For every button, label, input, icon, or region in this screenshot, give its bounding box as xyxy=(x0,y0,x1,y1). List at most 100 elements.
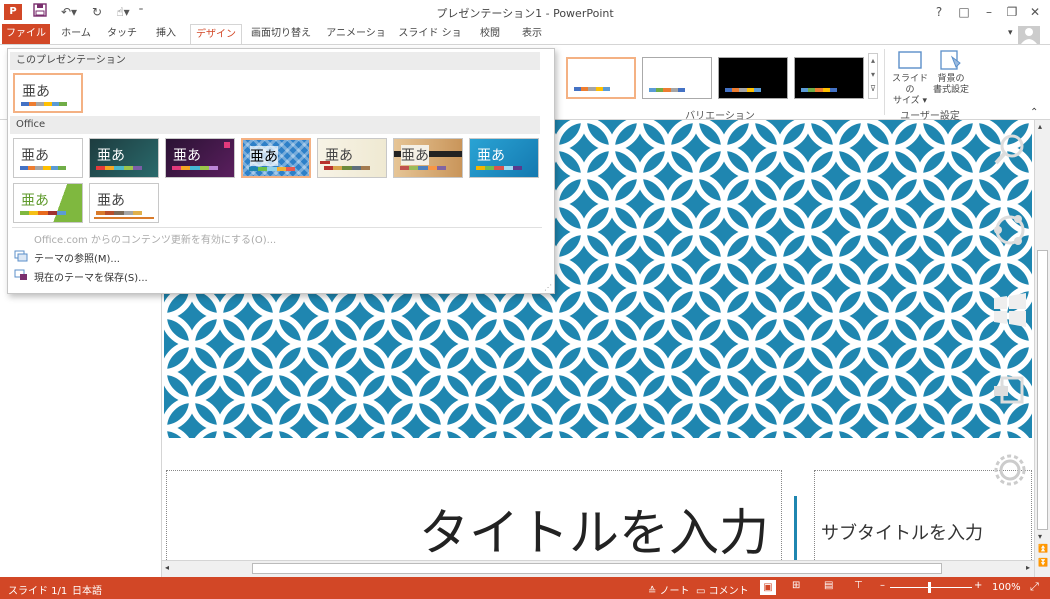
theme-office-default[interactable]: 亜あ xyxy=(13,138,83,178)
theme-accent-bar xyxy=(320,161,330,164)
help-button[interactable]: ? xyxy=(930,3,948,21)
tab-transitions[interactable]: 画面切り替え xyxy=(248,24,314,44)
horizontal-scroll-thumb[interactable] xyxy=(252,563,942,574)
restore-button[interactable]: ❐ xyxy=(1003,3,1021,21)
zoom-slider-track[interactable] xyxy=(890,587,972,588)
tab-slideshow[interactable]: スライド ショー xyxy=(396,24,464,59)
slide-size-label-2: サイズ ▾ xyxy=(892,96,928,106)
slide-counter: スライド 1/1 xyxy=(8,586,68,597)
tab-file[interactable]: ファイル xyxy=(2,24,50,44)
horizontal-scrollbar[interactable]: ◂ ▸ xyxy=(162,560,1034,577)
theme-current[interactable]: 亜あ xyxy=(13,73,83,113)
theme-ion-board[interactable]: 亜あ xyxy=(89,138,159,178)
theme-sample-text: 亜あ xyxy=(250,146,278,166)
format-background-icon xyxy=(940,50,961,70)
theme-ion[interactable]: 亜あ xyxy=(165,138,235,178)
comments-label: コメント xyxy=(708,586,749,597)
zoom-in-icon[interactable]: + xyxy=(974,580,982,591)
zoom-out-icon[interactable]: – xyxy=(880,580,885,591)
tab-review[interactable]: 校閲 xyxy=(472,24,508,44)
search-icon[interactable] xyxy=(992,132,1028,171)
powerpoint-window: P ↶▾ ↻ ☝▾ ⁼ プレゼンテーション1 - PowerPoint ? □ … xyxy=(0,0,1050,599)
section-this-presentation: このプレゼンテーション xyxy=(10,52,540,70)
share-icon[interactable] xyxy=(992,212,1028,251)
theme-organic-selected[interactable]: 亜あ xyxy=(241,138,311,178)
window-title: プレゼンテーション1 - PowerPoint xyxy=(436,7,614,20)
theme-sample-text: 亜あ xyxy=(173,148,201,164)
variation-black-1[interactable] xyxy=(718,57,788,99)
notes-label: ノート xyxy=(659,586,690,597)
tab-home[interactable]: ホーム xyxy=(56,24,96,44)
format-bg-label-1: 背景の xyxy=(937,74,965,84)
notes-icon: ≙ xyxy=(648,586,660,597)
slide-size-button[interactable]: スライドの サイズ ▾ xyxy=(890,49,930,106)
slide-size-label-1: スライドの xyxy=(891,74,928,95)
fit-to-window-icon[interactable]: ⤢ xyxy=(1030,580,1039,594)
variation-black-2[interactable] xyxy=(794,57,864,99)
format-bg-label-2: 書式設定 xyxy=(932,85,969,95)
browse-themes-menu-item[interactable]: テーマの参照(M)... xyxy=(34,250,120,265)
comments-button[interactable]: ▭ コメント xyxy=(696,582,749,597)
theme-gallery-dropdown: このプレゼンテーション 亜あ Office 亜あ 亜あ 亜あ 亜あ 亜あ 亜あ … xyxy=(7,48,555,294)
tab-design[interactable]: デザイン xyxy=(190,24,242,44)
vertical-scroll-thumb[interactable] xyxy=(1037,250,1048,530)
theme-sample-text: 亜あ xyxy=(477,148,505,164)
user-avatar[interactable] xyxy=(1018,26,1040,44)
scroll-down-icon[interactable]: ▾ xyxy=(1038,532,1042,541)
normal-view-icon[interactable]: ▣ xyxy=(760,580,776,595)
vertical-scrollbar[interactable]: ▴ ▾ ⏫ ⏬ xyxy=(1034,120,1050,577)
subtitle-text: サブタイトルを入力 xyxy=(821,523,983,544)
scroll-right-icon[interactable]: ▸ xyxy=(1026,563,1030,572)
variation-white-selected[interactable] xyxy=(566,57,636,99)
title-accent-bar xyxy=(794,496,797,560)
save-theme-menu-item[interactable]: 現在のテーマを保存(S)... xyxy=(34,269,148,284)
resize-grip-icon[interactable]: ⋰ xyxy=(544,283,552,292)
theme-sample-text: 亜あ xyxy=(21,193,49,209)
theme-facet[interactable]: 亜あ xyxy=(469,138,539,178)
slide-sorter-icon[interactable]: ⊞ xyxy=(792,580,800,591)
settings-gear-icon[interactable] xyxy=(992,452,1028,491)
theme-sample-text: 亜あ xyxy=(401,145,429,165)
reading-view-icon[interactable]: ▤ xyxy=(824,580,833,591)
zoom-level[interactable]: 100% xyxy=(992,582,1021,593)
scroll-left-icon[interactable]: ◂ xyxy=(165,563,169,572)
variations-gallery: ▴ ▾ ⊽ xyxy=(560,49,880,99)
minimize-button[interactable]: – xyxy=(980,3,998,21)
menu-divider xyxy=(12,227,542,228)
ribbon-display-button[interactable]: □ xyxy=(955,3,973,21)
account-dropdown-icon[interactable]: ▾ xyxy=(1008,28,1013,38)
status-bar: スライド 1/1 日本語 ≙ ノート ▭ コメント ▣ ⊞ ▤ ⊤ – + 10… xyxy=(0,577,1050,599)
theme-integral[interactable]: 亜あ xyxy=(89,183,159,223)
group-divider xyxy=(884,49,885,115)
language-indicator[interactable]: 日本語 xyxy=(72,582,102,597)
format-background-button[interactable]: 背景の 書式設定 xyxy=(930,49,972,105)
theme-sample-text: 亜あ xyxy=(97,148,125,164)
tab-insert[interactable]: 挿入 xyxy=(148,24,184,44)
zoom-slider-thumb[interactable] xyxy=(928,582,931,593)
comment-icon: ▭ xyxy=(696,586,709,597)
next-slide-icon[interactable]: ⏬ xyxy=(1038,558,1048,567)
theme-wood-type[interactable]: 亜あ xyxy=(393,138,463,178)
ribbon-tabs: ファイル ホーム タッチ 挿入 デザイン 画面切り替え アニメーション スライド… xyxy=(0,24,1050,59)
tab-animations[interactable]: アニメーション xyxy=(322,24,390,59)
gallery-scroll-icon[interactable]: ▴ ▾ ⊽ xyxy=(868,53,878,99)
slide-size-icon xyxy=(898,51,922,69)
variation-white-2[interactable] xyxy=(642,57,712,99)
title-placeholder[interactable]: タイトルを入力 xyxy=(166,470,782,560)
tab-touch[interactable]: タッチ xyxy=(104,24,140,44)
notes-button[interactable]: ≙ ノート xyxy=(648,582,690,597)
slideshow-view-icon[interactable]: ⊤ xyxy=(854,580,863,591)
theme-retrospect[interactable]: 亜あ xyxy=(317,138,387,178)
title-text: タイトルを入力 xyxy=(419,504,769,560)
close-button[interactable]: ✕ xyxy=(1026,3,1044,21)
theme-sample-text: 亜あ xyxy=(21,148,49,164)
windows-start-icon[interactable] xyxy=(992,292,1028,331)
collapse-ribbon-icon[interactable]: ⌃ xyxy=(1030,107,1038,118)
devices-icon[interactable] xyxy=(992,372,1028,411)
previous-slide-icon[interactable]: ⏫ xyxy=(1038,544,1048,553)
theme-wisp[interactable]: 亜あ xyxy=(13,183,83,223)
theme-accent-line xyxy=(94,217,154,219)
tab-view[interactable]: 表示 xyxy=(514,24,550,44)
theme-sample-text: 亜あ xyxy=(97,193,125,209)
scroll-up-icon[interactable]: ▴ xyxy=(1038,122,1042,131)
